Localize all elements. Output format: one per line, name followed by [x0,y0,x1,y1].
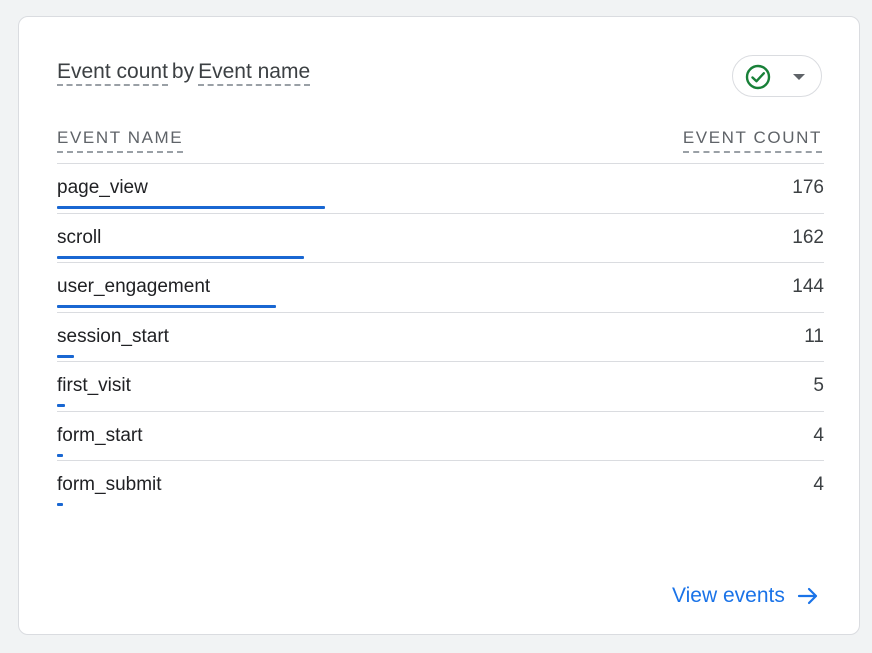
event-name-cell: user_engagement [57,276,211,297]
event-count-cell: 4 [813,474,824,495]
view-events-label: View events [672,584,785,607]
event-count-bar [57,206,325,209]
title-metric[interactable]: Event count [57,60,168,86]
table-row[interactable]: form_submit 4 [57,461,824,511]
card-title: Event count by Event name [57,59,311,86]
event-count-bar [57,453,63,457]
data-quality-dropdown[interactable] [732,55,822,97]
column-header-event-count[interactable]: EVENT COUNT [682,127,822,153]
event-table: page_view 176 scroll 162 user_engagement 144 s… [57,164,824,511]
column-header-event-name[interactable]: EVENT NAME [57,127,184,153]
event-name-cell: form_start [57,424,143,446]
event-count-cell: 144 [792,276,824,297]
table-row[interactable]: page_view 176 [57,164,824,214]
arrow-right-icon [797,587,817,605]
check-circle-icon [745,64,771,90]
caret-down-icon [793,74,805,80]
event-name-cell: page_view [57,177,148,198]
table-row[interactable]: form_start 4 [57,412,824,461]
event-count-cell: 11 [804,325,824,347]
event-count-cell: 5 [813,375,824,396]
event-count-bar [57,503,63,506]
event-count-cell: 176 [792,177,824,198]
view-events-link[interactable]: View events [672,583,819,609]
event-count-bar [57,354,74,358]
event-count-bar [57,305,276,308]
table-row[interactable]: session_start 11 [57,313,824,362]
event-name-cell: first_visit [57,375,131,396]
event-count-bar [57,255,304,259]
event-count-bar [57,404,65,407]
event-count-cell: 162 [792,226,824,248]
table-row[interactable]: user_engagement 144 [57,263,824,313]
event-count-card: Event count by Event name EVENT NAME EVENT… [18,16,860,635]
event-name-cell: session_start [57,325,169,347]
table-row[interactable]: scroll 162 [57,214,824,263]
event-name-cell: form_submit [57,474,162,495]
event-name-cell: scroll [57,226,102,248]
title-by: by [171,60,195,83]
table-row[interactable]: first_visit 5 [57,362,824,412]
event-count-cell: 4 [813,424,824,446]
title-dimension[interactable]: Event name [198,60,311,86]
